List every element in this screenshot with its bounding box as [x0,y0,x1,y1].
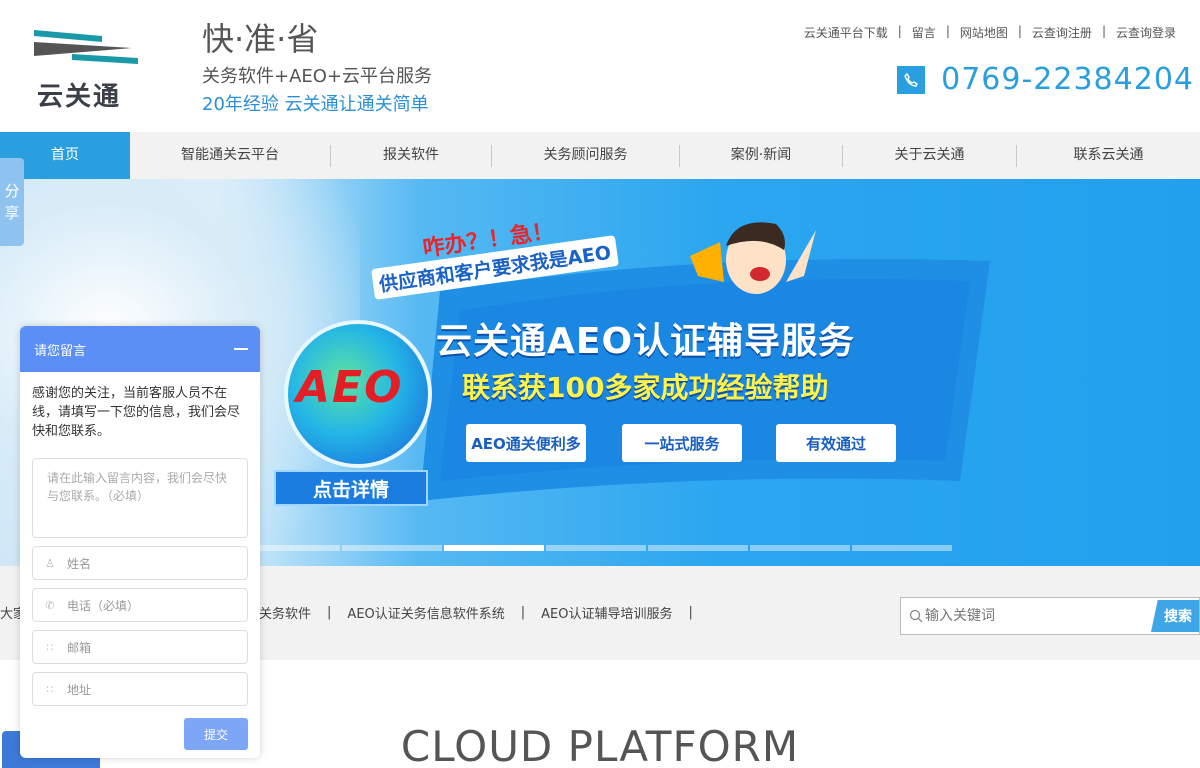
slider-dot[interactable] [546,545,646,551]
nav-item-cloud-platform[interactable]: 智能通关云平台 [130,132,330,179]
nav-item-software[interactable]: 报关软件 [331,132,491,179]
nav-item-about[interactable]: 关于云关通 [843,132,1016,179]
search-icon [909,609,923,623]
site-header: 云关通 快·准·省 关务软件+AEO+云平台服务 20年经验 云关通让通关简单 … [0,0,1200,132]
slogan-main: 快·准·省 [202,20,319,58]
chat-name-placeholder: 姓名 [67,556,92,571]
divider: | [945,24,950,38]
top-link-register[interactable]: 云查询注册 [1032,24,1092,41]
chat-phone-placeholder: 电话（必填） [67,598,140,613]
top-links: 云关通平台下载 | 留言 | 网站地图 | 云查询注册 | 云查询登录 [804,24,1176,41]
chat-widget: 请您留言 感谢您的关注，当前客服人员不在线，请填写一下您的信息，我们会尽快和您联… [20,326,260,758]
chat-message-textarea[interactable]: 请在此输入留言内容，我们会尽快与您联系。（必填） [32,458,248,538]
top-link-message[interactable]: 留言 [912,24,936,41]
chat-address-field[interactable]: ∷ 地址 [32,672,248,706]
slider-dot[interactable] [342,545,442,551]
logo-text: 云关通 [37,82,122,112]
cartoon-man-icon [690,222,816,294]
banner-feature-convenience: AEO通关便利多 [466,424,586,462]
divider: | [327,605,332,620]
chat-submit-button[interactable]: 提交 [184,718,248,750]
main-nav: 首页 智能通关云平台 报关软件 关务顾问服务 案例·新闻 关于云关通 联系云关通 [0,132,1200,179]
slogan-sub: 关务软件+AEO+云平台服务 [202,66,433,87]
address-icon: ∷ [46,682,54,696]
chat-offline-message: 感谢您的关注，当前客服人员不在线，请填写一下您的信息，我们会尽快和您联系。 [32,386,241,439]
chat-header: 请您留言 [20,326,260,372]
nav-item-consulting[interactable]: 关务顾问服务 [492,132,679,179]
divider: | [688,605,693,620]
keyword-link[interactable]: AEO认证辅导培训服务 [541,603,672,622]
phone-icon [897,65,926,94]
aeo-badge-text: AEO [296,362,404,413]
top-link-download[interactable]: 云关通平台下载 [804,24,888,41]
minimize-icon[interactable] [234,348,248,350]
search-input[interactable] [925,608,1145,624]
phone-number[interactable]: 0769-22384204 [941,62,1194,97]
phone-icon: ✆ [45,598,55,612]
search-box: 搜索 [900,597,1200,635]
nav-item-contact[interactable]: 联系云关通 [1017,132,1200,179]
chat-phone-field[interactable]: ✆ 电话（必填） [32,588,248,622]
banner-tagline: 联系获100多家成功经验帮助 [462,371,829,404]
chat-email-placeholder: 邮箱 [67,640,92,655]
chat-title: 请您留言 [34,343,87,359]
banner-title: 云关通AEO认证辅导服务 [436,321,856,362]
top-link-login[interactable]: 云查询登录 [1116,24,1176,41]
share-label: 享 [4,204,20,222]
banner-detail-button[interactable]: 点击详情 [274,470,428,506]
slider-dot[interactable] [750,545,850,551]
user-icon: ♙ [45,556,55,570]
divider: | [897,24,902,38]
phone-contact: 0769-22384204 [897,62,1194,97]
chat-email-field[interactable]: ∷ 邮箱 [32,630,248,664]
divider: | [1017,24,1022,38]
slider-dot-active[interactable] [444,545,544,551]
search-button[interactable]: 搜索 [1151,600,1199,632]
keyword-link[interactable]: AEO认证关务信息软件系统 [347,603,504,622]
top-link-sitemap[interactable]: 网站地图 [960,24,1008,41]
chat-name-field[interactable]: ♙ 姓名 [32,546,248,580]
share-tab[interactable]: 分 享 [0,158,24,246]
email-icon: ∷ [46,640,54,654]
banner-feature-pass: 有效通过 [776,424,896,462]
divider: | [520,605,526,620]
slider-dot[interactable] [852,545,952,551]
chat-address-placeholder: 地址 [67,682,92,697]
slider-dots [240,545,952,551]
nav-item-cases-news[interactable]: 案例·新闻 [680,132,842,179]
slogan-experience: 20年经验 云关通让通关简单 [202,94,429,115]
share-label: 分 [4,182,20,200]
divider: | [1101,24,1106,38]
slider-dot[interactable] [648,545,748,551]
banner-feature-onestop: 一站式服务 [622,424,742,462]
